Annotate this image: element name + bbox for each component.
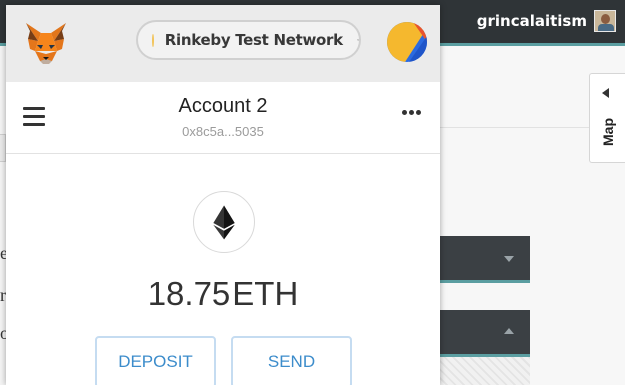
background-striped-area	[440, 357, 530, 385]
account-bar: Account 2 0x8c5a...5035	[6, 82, 440, 154]
caret-up-icon	[504, 328, 514, 334]
more-options-icon[interactable]	[402, 110, 421, 115]
account-name[interactable]: Account 2	[6, 95, 440, 118]
network-label: Rinkeby Test Network	[164, 31, 343, 49]
background-collapsible-panel[interactable]	[440, 236, 530, 283]
ethereum-icon	[193, 191, 255, 253]
balance-currency: ETH	[232, 275, 299, 312]
network-status-dot	[152, 33, 154, 47]
map-tab-label: Map	[600, 118, 616, 146]
background-collapsible-panel[interactable]	[440, 310, 530, 357]
network-selector[interactable]: Rinkeby Test Network	[136, 20, 361, 60]
account-identicon[interactable]	[387, 22, 427, 62]
map-tab[interactable]: Map	[589, 73, 625, 163]
chevron-down-icon	[356, 39, 359, 41]
metamask-fox-icon[interactable]	[24, 21, 68, 65]
metamask-popup: Rinkeby Test Network Account 2 0x8c5a...…	[6, 5, 440, 385]
send-button[interactable]: SEND	[231, 336, 352, 385]
background-avatar[interactable]	[594, 10, 616, 32]
account-address[interactable]: 0x8c5a...5035	[6, 124, 440, 139]
balance-display: 18.75ETH	[6, 275, 440, 313]
collapse-arrow-icon	[602, 88, 609, 98]
deposit-button[interactable]: DEPOSIT	[95, 336, 216, 385]
caret-down-icon	[504, 256, 514, 262]
popup-header: Rinkeby Test Network	[6, 5, 440, 82]
balance-amount: 18.75	[147, 275, 231, 312]
background-username[interactable]: grincalaitism	[477, 12, 587, 30]
